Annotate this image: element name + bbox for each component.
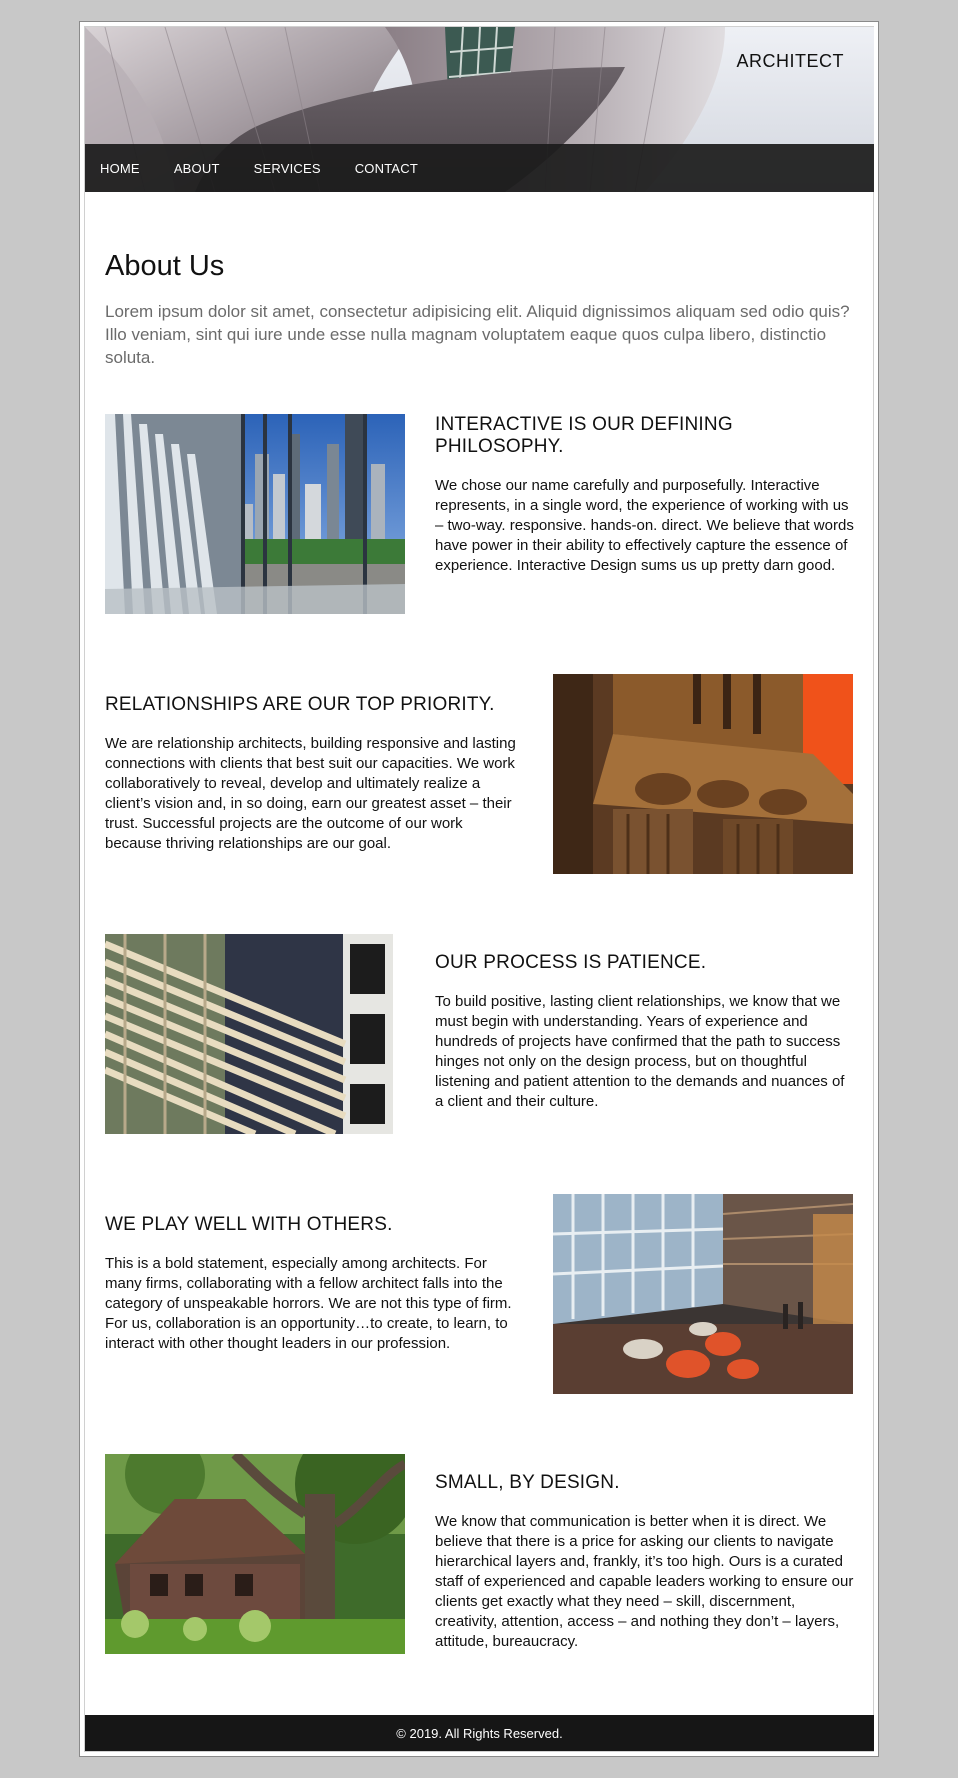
section-image [105,934,393,1134]
section-text: SMALL, BY DESIGN. We know that communica… [435,1472,855,1652]
nav-services-link[interactable]: SERVICES [254,161,321,176]
section-title: INTERACTIVE IS OUR DEFINING PHILOSOPHY. [435,414,733,457]
about-section: RELATIONSHIPS ARE OUR TOP PRIORITY. We a… [105,674,854,874]
page-inner: ARCHITECT HOME ABOUT SERVICES CONTACT Ab… [84,26,874,1752]
section-image [105,1454,405,1654]
about-section: OUR PROCESS IS PATIENCE. To build positi… [105,934,854,1134]
section-title: WE PLAY WELL WITH OTHERS. [105,1214,393,1235]
intro-paragraph: Lorem ipsum dolor sit amet, consectetur … [105,302,850,367]
section-image [553,674,853,874]
section-title: OUR PROCESS IS PATIENCE. [435,952,707,973]
site-brand: ARCHITECT [736,51,844,71]
section-body: This is a bold statement, especially amo… [105,1255,512,1352]
page-title: About Us [105,250,225,282]
section-body: To build positive, lasting client relati… [435,993,845,1110]
section-body: We are relationship architects, building… [105,735,516,852]
about-section: INTERACTIVE IS OUR DEFINING PHILOSOPHY. … [105,414,854,614]
section-text: OUR PROCESS IS PATIENCE. To build positi… [435,952,855,1112]
section-title: SMALL, BY DESIGN. [435,1472,620,1493]
site-header: ARCHITECT HOME ABOUT SERVICES CONTACT [85,27,874,192]
main-nav: HOME ABOUT SERVICES CONTACT [85,144,874,192]
site-footer: © 2019. All Rights Reserved. [85,1715,874,1751]
section-text: WE PLAY WELL WITH OTHERS. This is a bold… [105,1214,523,1354]
nav-about-link[interactable]: ABOUT [174,161,220,176]
copyright-text: © 2019. All Rights Reserved. [396,1725,563,1741]
nav-contact-link[interactable]: CONTACT [355,161,418,176]
section-image [553,1194,853,1394]
section-text: INTERACTIVE IS OUR DEFINING PHILOSOPHY. … [435,414,855,576]
about-section: SMALL, BY DESIGN. We know that communica… [105,1454,854,1654]
nav-home-link[interactable]: HOME [100,161,140,176]
page-frame: ARCHITECT HOME ABOUT SERVICES CONTACT Ab… [79,21,879,1757]
section-body: We chose our name carefully and purposef… [435,477,854,574]
section-image [105,414,405,614]
section-body: We know that communication is better whe… [435,1513,854,1650]
about-section: WE PLAY WELL WITH OTHERS. This is a bold… [105,1194,854,1394]
section-text: RELATIONSHIPS ARE OUR TOP PRIORITY. We a… [105,694,523,854]
section-title: RELATIONSHIPS ARE OUR TOP PRIORITY. [105,694,495,715]
